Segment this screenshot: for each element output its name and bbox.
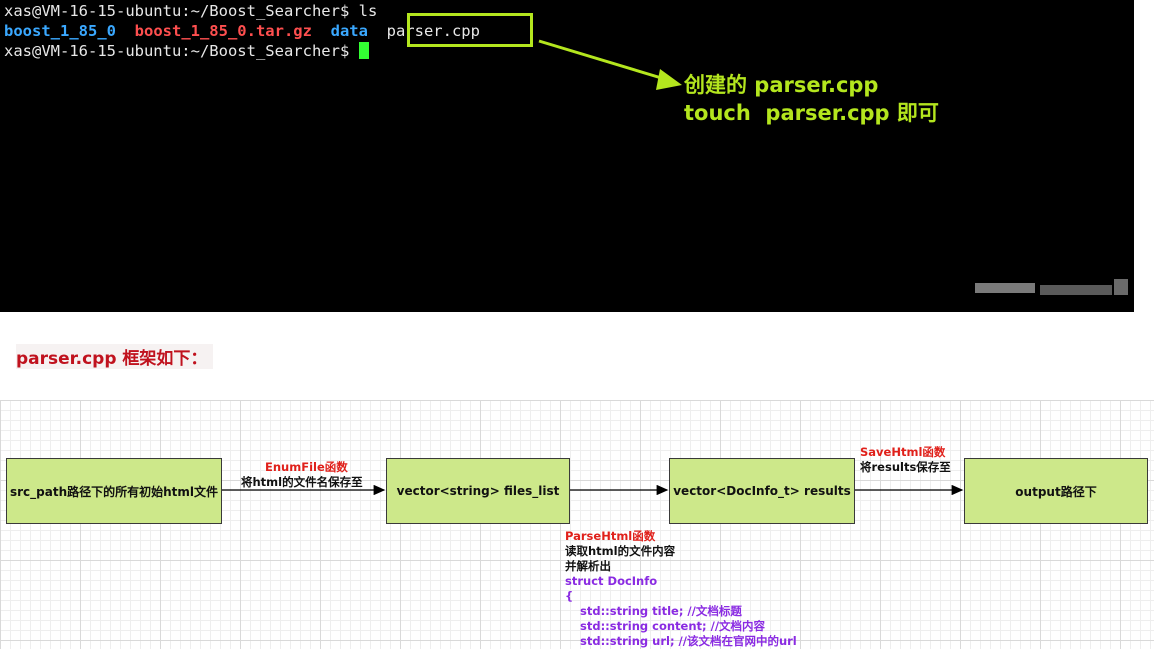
node-output: output路径下 bbox=[964, 458, 1148, 524]
label-enumfile-func: EnumFile函数 bbox=[265, 460, 348, 474]
diagram-arrows bbox=[222, 484, 964, 496]
label-field-content: std::string content; //文档内容 bbox=[580, 619, 766, 633]
label-struct-brace: { bbox=[565, 589, 574, 603]
terminal-window[interactable]: xas@VM-16-15-ubuntu:~/Boost_Searcher$ ls… bbox=[0, 0, 1134, 312]
watermark-blur bbox=[1114, 279, 1128, 295]
annotation-line-1: 创建的 parser.cpp bbox=[684, 73, 879, 97]
annotation-arrow bbox=[538, 39, 682, 90]
label-savehtml-func: SaveHtml函数 bbox=[860, 445, 946, 459]
annotation-line-2: touch parser.cpp 即可 bbox=[684, 101, 939, 125]
label-enumfile-desc: 将html的文件名保存至 bbox=[241, 475, 363, 489]
section-heading: parser.cpp 框架如下： bbox=[16, 344, 214, 369]
watermark-blur bbox=[1040, 285, 1112, 295]
label-field-title: std::string title; //文档标题 bbox=[580, 604, 742, 618]
label-parsehtml-func: ParseHtml函数 bbox=[565, 529, 656, 543]
node-files-list: vector<string> files_list bbox=[386, 458, 570, 524]
node-results: vector<DocInfo_t> results bbox=[669, 458, 855, 524]
label-struct-decl: struct DocInfo bbox=[565, 574, 658, 588]
label-parsehtml-desc2: 并解析出 bbox=[565, 559, 611, 573]
label-savehtml-desc: 将results保存至 bbox=[860, 460, 951, 474]
node-src-path: src_path路径下的所有初始html文件 bbox=[6, 458, 222, 524]
label-parsehtml-desc1: 读取html的文件内容 bbox=[565, 544, 676, 558]
watermark-blur bbox=[975, 283, 1035, 293]
flow-diagram: src_path路径下的所有初始html文件 vector<string> fi… bbox=[0, 400, 1154, 649]
label-field-url: std::string url; //该文档在官网中的url bbox=[580, 634, 797, 648]
